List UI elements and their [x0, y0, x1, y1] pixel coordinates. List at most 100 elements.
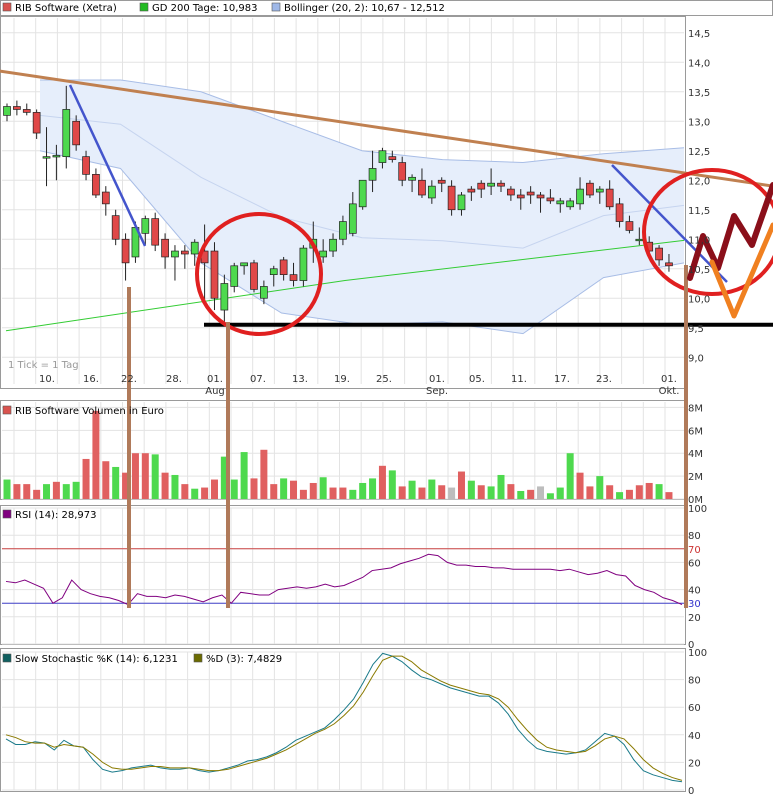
price-xtick-label: 07.	[250, 374, 266, 385]
candle	[467, 188, 476, 193]
price-xtick-label: 11.	[511, 374, 527, 385]
volume-bar	[517, 490, 525, 499]
candle	[635, 238, 644, 242]
volume-bar	[250, 478, 258, 499]
candle	[566, 200, 575, 208]
candle	[427, 185, 436, 199]
volume-ytick-label: 4M	[688, 449, 703, 460]
candle	[299, 247, 308, 281]
rsi-ytick-label: 30	[688, 599, 701, 610]
stock-chart: 14,5 14,0 13,5 13,0 12,5 12,0 11,5 11,0 10,5 10,0…	[0, 0, 773, 797]
candle	[22, 109, 31, 113]
candle	[358, 179, 367, 208]
price-xtick-label: 01.	[661, 374, 677, 385]
volume-bar	[349, 489, 357, 499]
candle	[516, 194, 525, 199]
volume-bar	[655, 484, 663, 499]
candle	[32, 112, 41, 134]
price-xtick-label: 16.	[83, 374, 99, 385]
candle	[487, 182, 495, 187]
volume-bar	[507, 484, 515, 499]
candle	[576, 188, 584, 205]
price-ytick-label: 12,5	[688, 147, 710, 158]
volume-bar	[408, 480, 416, 499]
volume-bar	[378, 465, 386, 499]
volume-bar	[477, 485, 485, 499]
candle	[190, 241, 199, 255]
legend-swatch	[271, 2, 281, 12]
candle	[72, 120, 81, 146]
volume-bar	[13, 484, 21, 499]
candle	[92, 174, 100, 196]
stochastic-d-line	[5, 655, 683, 781]
candle	[82, 156, 90, 175]
candle	[655, 247, 663, 261]
rsi-ytick-label: 60	[688, 558, 701, 569]
month-label: Aug	[205, 386, 225, 397]
candle	[151, 218, 160, 246]
legend-swatch	[2, 2, 12, 12]
volume-bar	[201, 487, 209, 499]
candle	[348, 203, 357, 234]
price-ytick-label: 9,5	[688, 324, 704, 335]
volume-bar	[457, 471, 465, 499]
price-xtick-label: 17.	[554, 374, 570, 385]
legend-label: RIB Software Volumen in Euro	[15, 406, 164, 417]
volume-bar	[467, 480, 475, 499]
volume-bar	[388, 470, 396, 499]
candle	[556, 200, 565, 205]
legend-label: RSI (14): 28,973	[15, 510, 97, 521]
volume-bar	[398, 486, 406, 499]
volume-bar	[299, 489, 307, 499]
volume-bar	[191, 488, 199, 499]
volume-bar	[62, 484, 70, 499]
candle	[368, 168, 377, 181]
price-xtick-label: 01.	[429, 374, 445, 385]
volume-bar	[141, 453, 149, 499]
candle	[279, 259, 288, 275]
volume-bar	[665, 492, 673, 499]
volume-bar	[43, 484, 51, 499]
price-xtick-label: 19.	[334, 374, 350, 385]
candle	[13, 106, 21, 110]
candle	[289, 274, 298, 281]
candle	[398, 162, 407, 181]
price-xtick-label: 22.	[121, 374, 137, 385]
volume-bar	[112, 466, 120, 499]
stochastic-ytick-label: 60	[688, 703, 701, 714]
price-xtick-label: 23.	[596, 374, 612, 385]
volume-bar	[586, 486, 594, 499]
rsi-ytick-label: 40	[688, 586, 701, 597]
candle	[260, 286, 268, 299]
candle	[220, 283, 229, 311]
candle	[141, 218, 150, 234]
price-xtick-label: 13.	[292, 374, 308, 385]
candle	[388, 156, 397, 160]
panel-frame-4	[0, 648, 686, 792]
volume-bar	[487, 486, 495, 499]
candle	[418, 179, 426, 196]
candle	[111, 215, 120, 240]
candle	[339, 221, 347, 240]
candle	[52, 155, 61, 158]
volume-bar	[537, 486, 545, 499]
price-ytick-label: 10,5	[688, 265, 710, 276]
volume-ytick-label: 8M	[688, 403, 703, 414]
volume-bar	[131, 453, 139, 499]
volume-bar	[527, 489, 535, 499]
candle	[269, 268, 278, 276]
price-ytick-label: 14,0	[688, 58, 710, 69]
rsi-line	[5, 553, 683, 606]
volume-bar	[329, 487, 337, 499]
candle	[437, 179, 446, 184]
volume-bar	[33, 489, 41, 499]
candle	[121, 238, 130, 264]
legend-swatch	[2, 653, 12, 663]
data-layer	[2, 79, 685, 783]
price-ytick-label: 10,0	[688, 294, 710, 305]
legend-label: Slow Stochastic %K (14): 6,1231	[15, 654, 178, 665]
legend-swatch	[2, 405, 12, 415]
volume-bar	[181, 484, 189, 499]
volume-bar	[448, 487, 456, 499]
price-xtick-label: 28.	[166, 374, 182, 385]
